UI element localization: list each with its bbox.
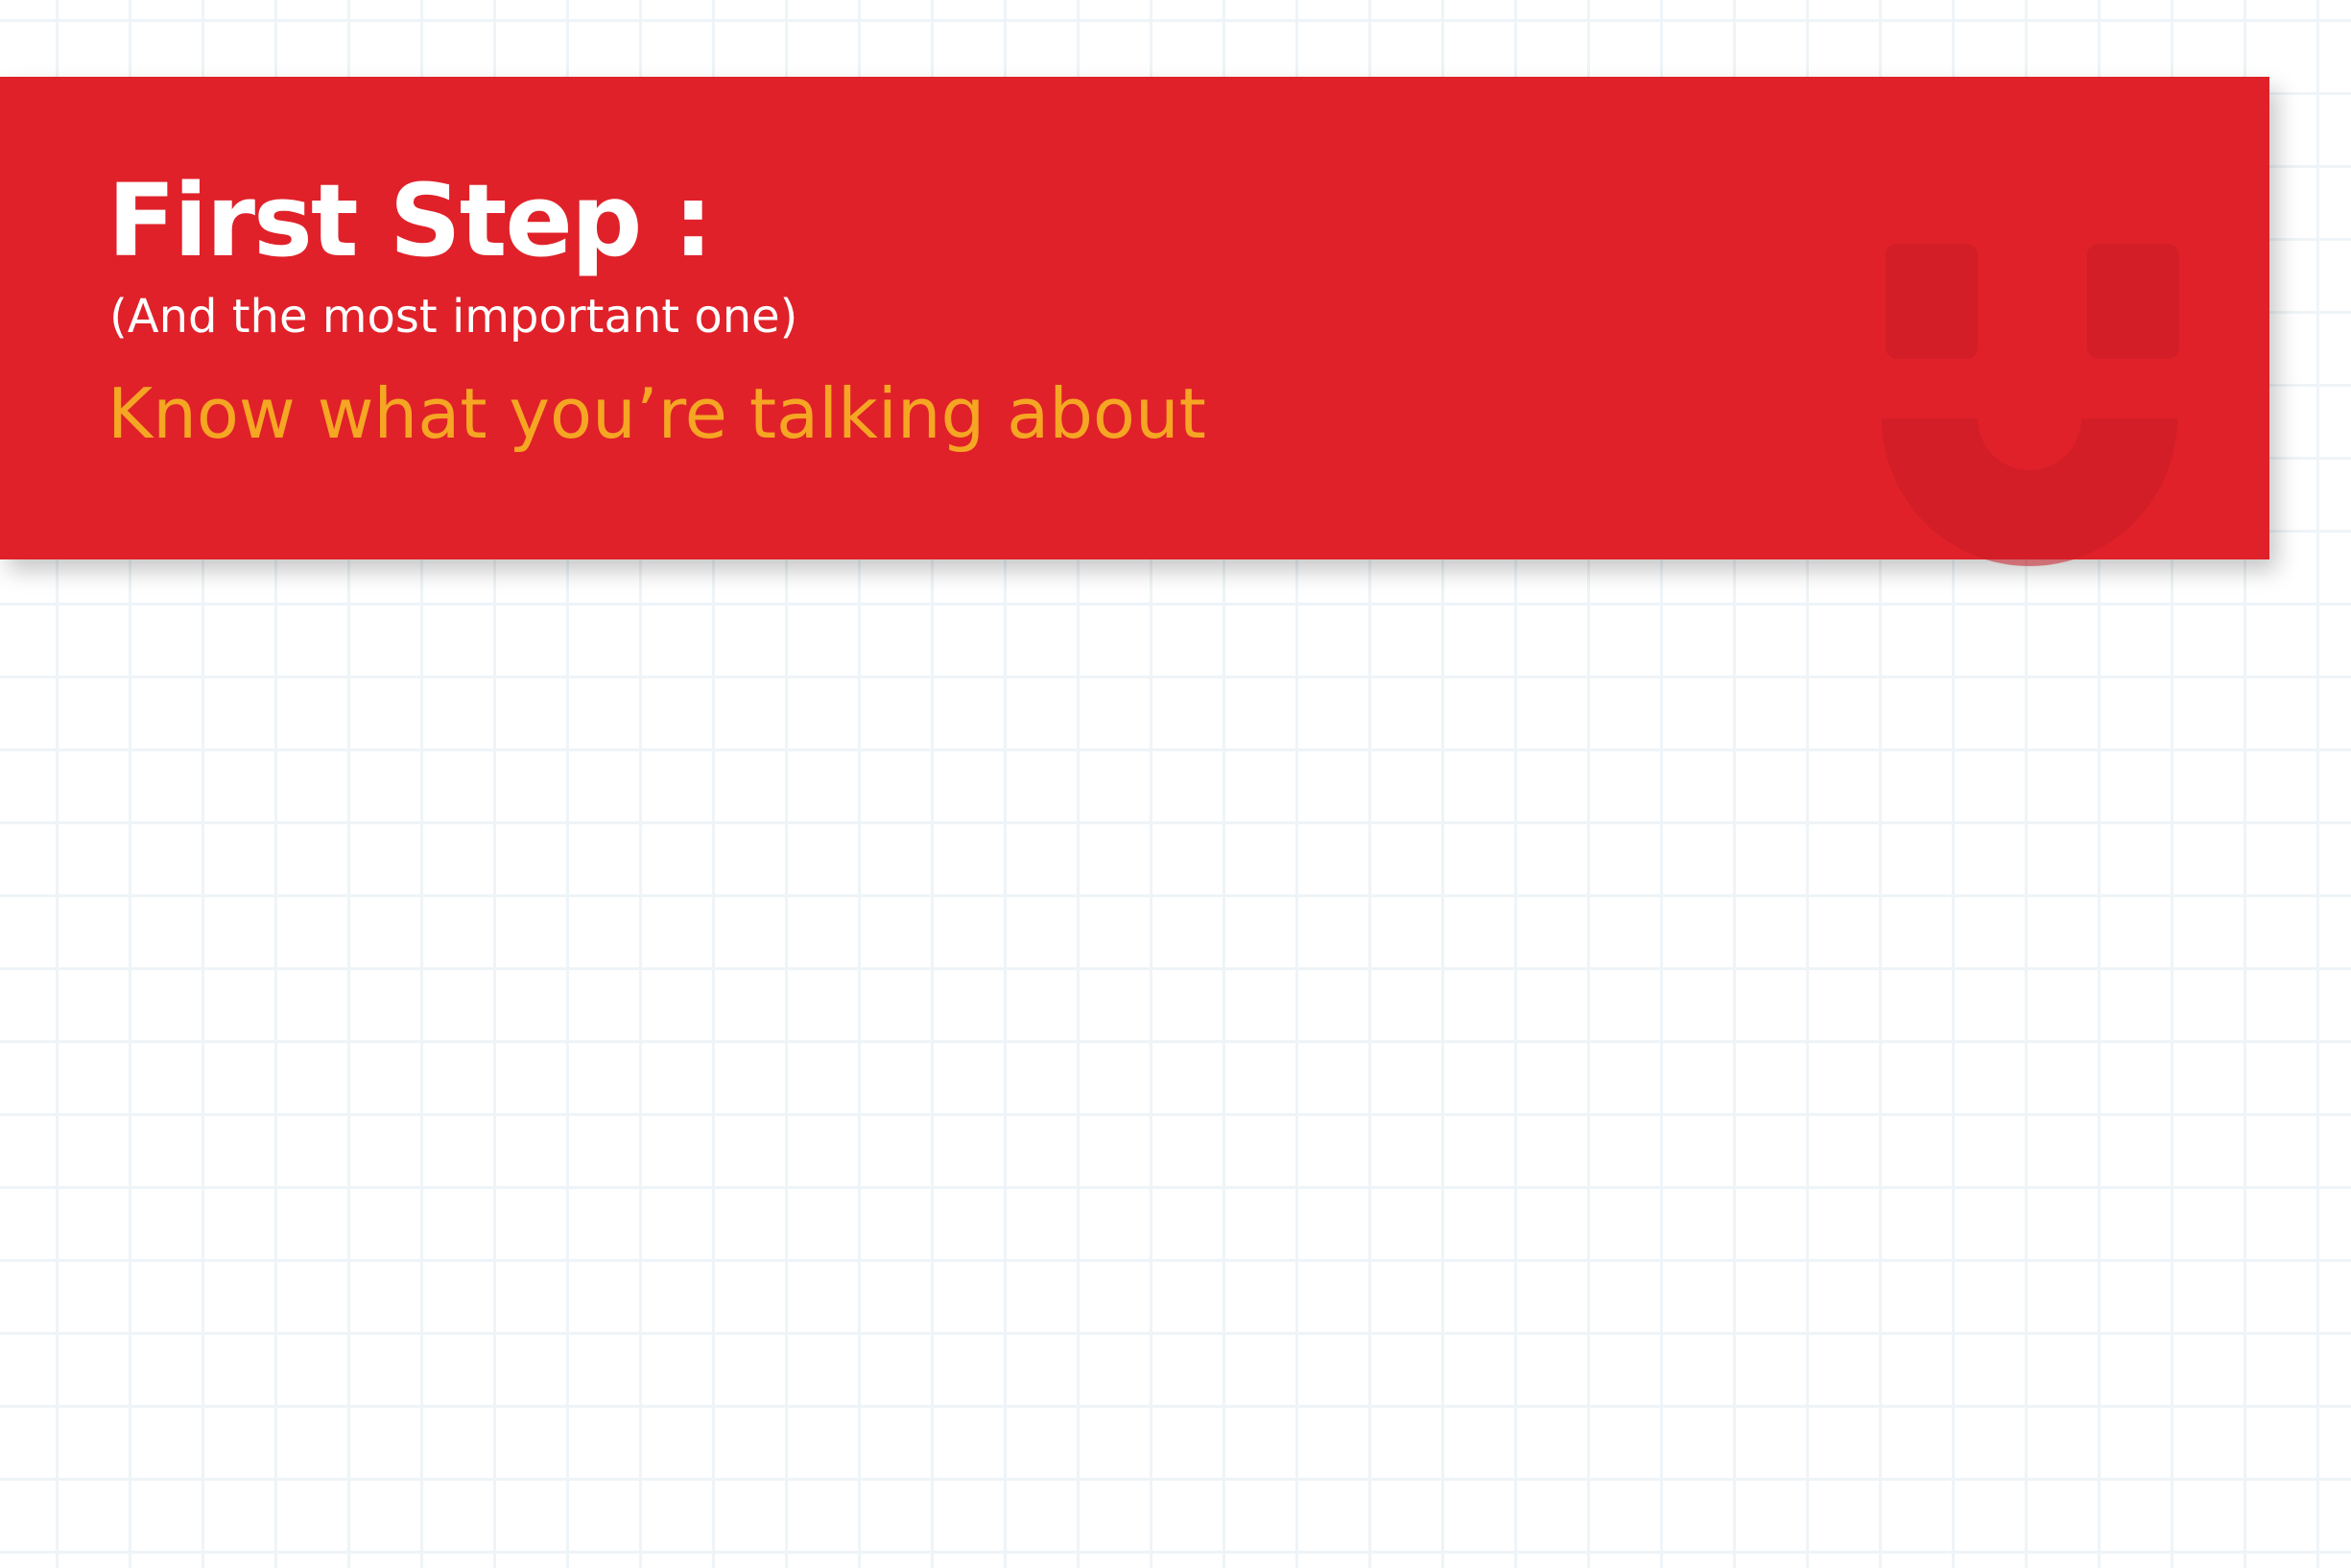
- slide-subtitle: (And the most important one): [109, 290, 798, 344]
- smiley-right-eye: [2087, 244, 2179, 359]
- smiley-left-eye: [1886, 244, 1978, 359]
- smiley-mouth: [1882, 418, 2177, 566]
- smiley-face-icon: [1882, 244, 2179, 566]
- slide-title: First Step :: [107, 162, 713, 279]
- slide-tagline: Know what you’re talking about: [107, 373, 1206, 454]
